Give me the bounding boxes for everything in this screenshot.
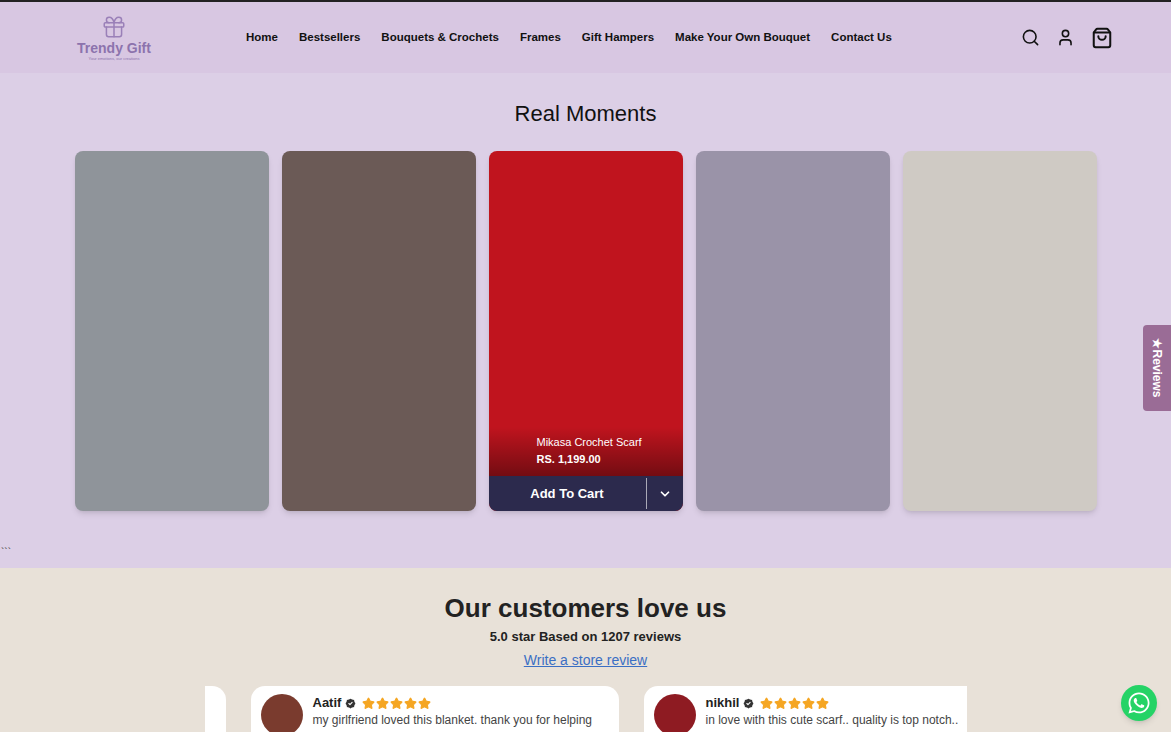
nav-item[interactable]: Gift Hampers: [582, 29, 654, 46]
nav-item[interactable]: Make Your Own Bouquet: [675, 29, 810, 46]
product-name[interactable]: Mikasa Crochet Scarf: [537, 435, 635, 449]
moments-title: Real Moments: [0, 99, 1171, 129]
moment-card[interactable]: [903, 151, 1097, 511]
product-overlay: Mikasa Crochet Scarf RS. 1,199.00 Add To C…: [489, 427, 683, 511]
review-card[interactable]: nikhilin love with this cute scarf.. qua…: [644, 686, 967, 732]
rating-stars: [362, 697, 431, 710]
reviews-side-tab[interactable]: ★Reviews: [1143, 325, 1171, 411]
reviews-section: Our customers love us 5.0 star Based on 1…: [0, 568, 1171, 732]
header: Trendy GiftYour emotions, our creations H…: [0, 0, 1171, 73]
moments-row: Mikasa Crochet Scarf RS. 1,199.00 Add To C…: [0, 151, 1171, 511]
review-card[interactable]: Aatifmy girlfriend loved this blanket. t…: [251, 686, 619, 732]
nav-item[interactable]: Home: [246, 29, 278, 46]
search-icon[interactable]: [1021, 28, 1040, 47]
moment-card[interactable]: [282, 151, 476, 511]
nav-item[interactable]: Bestsellers: [299, 29, 360, 46]
reviewer-name: nikhil: [706, 694, 740, 712]
star-icon: [390, 697, 403, 710]
star-icon: [418, 697, 431, 710]
bag-icon[interactable]: [1091, 27, 1113, 49]
star-icon: [774, 697, 787, 710]
reviewer-avatar: [261, 694, 303, 732]
reviews-title: Our customers love us: [445, 592, 727, 624]
star-icon: [362, 697, 375, 710]
moment-card[interactable]: [75, 151, 269, 511]
logo[interactable]: Trendy GiftYour emotions, our creations: [54, 14, 174, 61]
gift-icon: [101, 14, 127, 40]
rating-stars: [760, 697, 829, 710]
reviewer-avatar: [654, 694, 696, 732]
review-card-partial: [205, 686, 226, 732]
stray-text: ```: [0, 547, 1171, 559]
product-price: RS. 1,199.00: [537, 452, 635, 466]
user-icon[interactable]: [1056, 28, 1075, 47]
reviews-carousel: Aatifmy girlfriend loved this blanket. t…: [205, 686, 967, 732]
write-review-link[interactable]: Write a store review: [524, 651, 647, 669]
caret-icon: [658, 487, 672, 501]
page: Trendy GiftYour emotions, our creations H…: [0, 0, 1171, 732]
reviewer-name: Aatif: [313, 694, 342, 712]
star-icon: [816, 697, 829, 710]
verified-icon: [344, 697, 357, 710]
main-nav: Home Bestsellers Bouquets & Crochets Frames…: [246, 29, 892, 46]
verified-icon: [742, 697, 755, 710]
add-to-cart-button[interactable]: Add To Cart: [489, 476, 646, 511]
whatsapp-icon: [1127, 691, 1151, 715]
review-text: my girlfriend loved this blanket. thank …: [313, 712, 593, 728]
logo-tagline: Your emotions, our creations: [89, 56, 140, 61]
star-icon: [788, 697, 801, 710]
logo-name: Trendy Gift: [77, 40, 151, 56]
moment-card[interactable]: Mikasa Crochet Scarf RS. 1,199.00 Add To C…: [489, 151, 683, 511]
review-text: in love with this cute scarf.. quality i…: [706, 712, 959, 728]
star-icon: [404, 697, 417, 710]
moment-card[interactable]: [696, 151, 890, 511]
moments-section: Real Moments Mikasa Crochet Scarf RS. 1,19…: [0, 73, 1171, 568]
star-icon: [376, 697, 389, 710]
star-icon: [802, 697, 815, 710]
nav-item[interactable]: Bouquets & Crochets: [381, 29, 499, 46]
nav-item[interactable]: Contact Us: [831, 29, 892, 46]
add-to-cart-bar: Add To Cart: [489, 476, 683, 511]
variant-dropdown[interactable]: [647, 476, 683, 511]
whatsapp-button[interactable]: [1121, 685, 1157, 721]
header-icons: [1021, 27, 1171, 49]
nav-item[interactable]: Frames: [520, 29, 561, 46]
star-icon: [760, 697, 773, 710]
reviews-summary: 5.0 star Based on 1207 reviews: [490, 628, 682, 646]
